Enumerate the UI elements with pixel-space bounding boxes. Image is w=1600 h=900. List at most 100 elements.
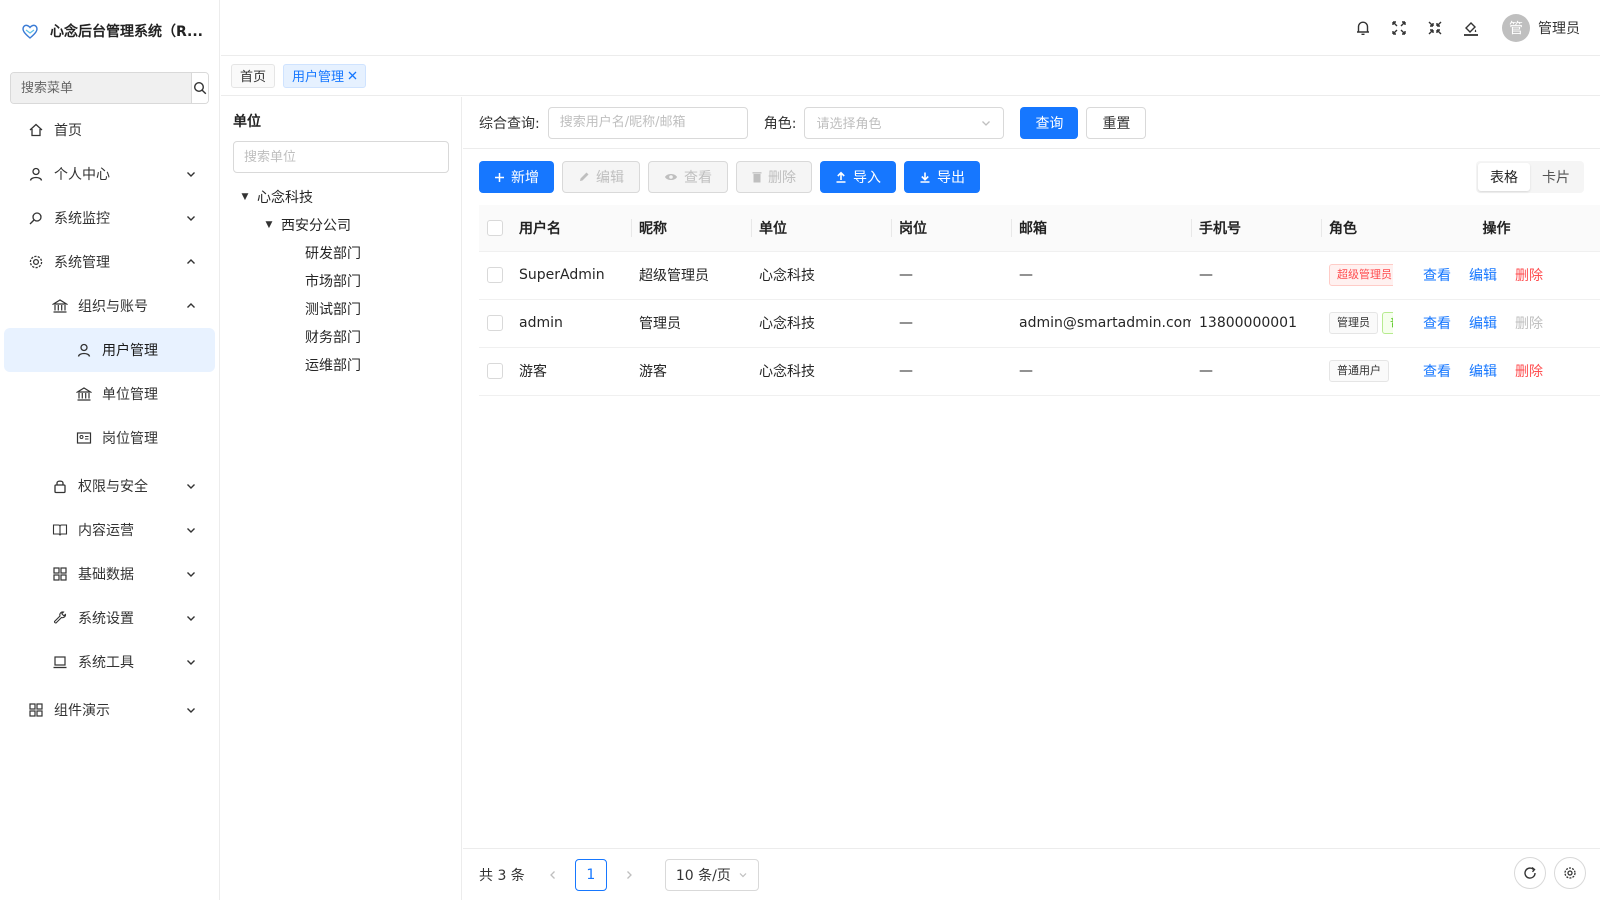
column-header[interactable]: 手机号 [1191,205,1321,252]
brand[interactable]: 心念后台管理系统（R... [0,0,219,62]
row-checkbox[interactable] [487,315,503,331]
column-header[interactable]: 用户名 [511,205,631,252]
theme-brush-icon[interactable] [1462,19,1480,37]
row-view-link[interactable]: 查看 [1423,316,1451,332]
menu-item-personal[interactable]: 个人中心 [0,152,219,196]
cell-email: — [1011,347,1191,396]
menu-item-org[interactable]: 组织与账号 [0,284,219,328]
menu-item-label: 用户管理 [102,343,158,359]
row-select-cell [479,347,511,396]
bell-icon[interactable] [1354,19,1372,37]
column-header[interactable]: 单位 [751,205,891,252]
menu-item-demo[interactable]: 组件演示 [0,688,219,732]
export-button-label: 导出 [937,170,965,186]
avatar: 管 [1502,13,1530,42]
total-count: 共 3 条 [479,867,525,884]
cell-phone: — [1191,347,1321,396]
menu-item-settings[interactable]: 系统设置 [0,596,219,640]
keyword-input[interactable] [547,106,748,139]
view-button[interactable]: 查看 [648,161,728,193]
menu-item-label: 组件演示 [54,703,110,719]
row-view-link[interactable]: 查看 [1423,364,1451,380]
tree-node[interactable]: 测试部门 [233,295,449,323]
menu-item-users[interactable]: 用户管理 [4,328,215,372]
search-button[interactable]: 查询 [1020,106,1079,139]
menu-item-label: 系统管理 [54,255,110,271]
view-card-option[interactable]: 卡片 [1530,163,1582,191]
menu-item-units[interactable]: 单位管理 [0,372,219,416]
page-tabs: 首页 用户管理 [221,56,1600,96]
tab-home[interactable]: 首页 [231,63,276,88]
add-button[interactable]: 新增 [479,161,554,193]
fullscreen-icon[interactable] [1390,19,1408,37]
caret-down-icon[interactable]: ▼ [233,192,257,202]
tree-node[interactable]: 运维部门 [233,351,449,379]
caret-down-icon[interactable]: ▼ [257,220,281,230]
menu-item-system[interactable]: 系统管理 [0,240,219,284]
row-edit-link[interactable]: 编辑 [1469,316,1497,332]
menu-item-home[interactable]: 首页 [0,108,219,152]
role-select[interactable]: 请选择角色 [804,106,1005,139]
cell-actions: 查看 编辑 删除 [1393,299,1600,348]
table-row[interactable]: 游客 游客 心念科技 — — — 普通用户 查看 编辑 删除 [479,347,1600,396]
menu-item-monitor[interactable]: 系统监控 [0,196,219,240]
menu-item-label: 系统设置 [78,611,134,627]
compress-icon[interactable] [1426,19,1444,37]
menu-item-label: 个人中心 [54,167,110,183]
tree-node[interactable]: ▼ 心念科技 [233,183,449,211]
column-header[interactable]: 角色 [1321,205,1393,252]
table-row[interactable]: SuperAdmin 超级管理员 心念科技 — — — 超级管理员 查看 编辑 删除 [479,251,1600,300]
menu-item-posts[interactable]: 岗位管理 [0,416,219,460]
menu-item-basic[interactable]: 基础数据 [0,552,219,596]
menu-item-content[interactable]: 内容运营 [0,508,219,552]
row-checkbox[interactable] [487,267,503,283]
table-settings-button[interactable] [1554,857,1586,889]
table-row[interactable]: admin 管理员 心念科技 — admin@smartadmin.com 13… [479,299,1600,348]
tree-node[interactable]: ▼ 西安分公司 [233,211,449,239]
tree-node[interactable]: 财务部门 [233,323,449,351]
cell-role: 普通用户 [1321,347,1393,396]
row-delete-link[interactable]: 删除 [1515,364,1543,380]
column-header[interactable]: 昵称 [631,205,751,252]
user-menu[interactable]: 管 管理员 [1502,13,1580,42]
column-header[interactable]: 岗位 [891,205,1011,252]
tree-node[interactable]: 市场部门 [233,267,449,295]
import-button[interactable]: 导入 [820,161,896,193]
menu-item-security[interactable]: 权限与安全 [0,464,219,508]
tab-label: 用户管理 [292,70,345,85]
refresh-button[interactable] [1514,857,1546,889]
row-edit-link[interactable]: 编辑 [1469,268,1497,284]
menu-item-label: 系统监控 [54,211,110,227]
menu-item-tools[interactable]: 系统工具 [0,640,219,684]
tree-node[interactable]: 研发部门 [233,239,449,267]
page-size-select[interactable]: 10 条/页 [664,858,759,891]
tab-users[interactable]: 用户管理 [283,63,367,88]
view-table-option[interactable]: 表格 [1478,163,1530,191]
menu-item-label: 权限与安全 [78,479,148,495]
appstore-icon [28,702,44,718]
next-page-icon[interactable] [617,863,641,887]
column-header[interactable]: 邮箱 [1011,205,1191,252]
page-number-current[interactable]: 1 [574,858,607,891]
bank-icon [76,386,92,402]
unit-search-input[interactable] [233,141,449,173]
menu-item-label: 单位管理 [102,387,158,403]
wrench-icon [52,610,68,626]
menu-search-input[interactable] [11,73,191,103]
reset-button[interactable]: 重置 [1086,106,1147,139]
close-icon[interactable] [348,71,357,80]
row-edit-link[interactable]: 编辑 [1469,364,1497,380]
row-view-link[interactable]: 查看 [1423,268,1451,284]
app-title: 心念后台管理系统（R... [50,24,203,40]
menu-search-button[interactable] [191,73,208,103]
top-header: 管 管理员 [221,0,1600,56]
reload-icon [1524,866,1536,879]
delete-button[interactable]: 删除 [736,161,812,193]
cell-role: 管理员普 [1321,299,1393,348]
edit-button[interactable]: 编辑 [562,161,640,193]
row-delete-link[interactable]: 删除 [1515,268,1543,284]
select-all-checkbox[interactable] [487,219,503,236]
row-checkbox[interactable] [487,363,503,379]
export-button[interactable]: 导出 [904,161,980,193]
prev-page-icon[interactable] [541,863,565,887]
